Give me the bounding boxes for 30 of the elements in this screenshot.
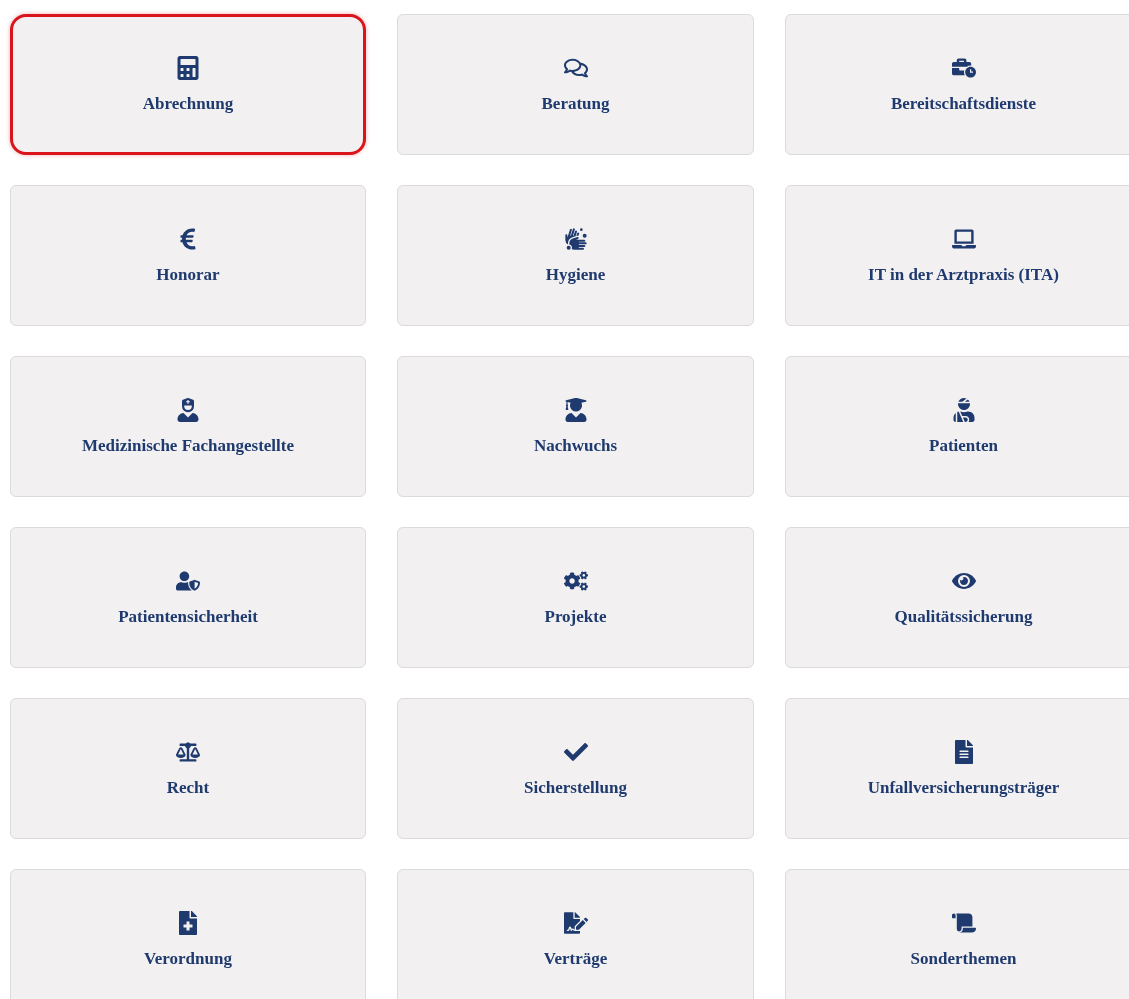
category-tile[interactable]: Nachwuchs: [397, 356, 754, 497]
nurse-icon: [176, 397, 200, 422]
category-tile[interactable]: Sicherstellung: [397, 698, 754, 839]
gears-icon: [563, 568, 588, 593]
category-tile[interactable]: Abrechnung: [10, 14, 366, 155]
category-tile[interactable]: Qualitätssicherung: [785, 527, 1129, 668]
category-tile[interactable]: Recht: [10, 698, 366, 839]
calculator-icon: [176, 55, 200, 80]
hands-icon: [563, 226, 588, 251]
category-tile[interactable]: Sonderthemen: [785, 869, 1129, 999]
category-tile[interactable]: Projekte: [397, 527, 754, 668]
category-tile[interactable]: Medizinische Fachangestellte: [10, 356, 366, 497]
category-tile[interactable]: Hygiene: [397, 185, 754, 326]
user-shield-icon: [176, 568, 200, 593]
category-tile[interactable]: Patientensicherheit: [10, 527, 366, 668]
laptop-icon: [951, 226, 976, 251]
category-tile[interactable]: Patienten: [785, 356, 1129, 497]
category-tile[interactable]: Verordnung: [10, 869, 366, 999]
category-tile[interactable]: Verträge: [397, 869, 754, 999]
category-tile[interactable]: IT in der Arztpraxis (ITA): [785, 185, 1129, 326]
category-tile[interactable]: Bereitschaftsdienste: [785, 14, 1129, 155]
graduate-icon: [563, 397, 588, 422]
scroll-icon: [951, 910, 976, 935]
briefcase-clock-icon: [951, 55, 976, 80]
category-tile[interactable]: Honorar: [10, 185, 366, 326]
category-tile[interactable]: Unfallversicherungsträger: [785, 698, 1129, 839]
signature-file-icon: [563, 910, 588, 935]
medical-file-icon: [176, 910, 200, 935]
injured-person-icon: [951, 397, 976, 422]
category-tile[interactable]: Beratung: [397, 14, 754, 155]
